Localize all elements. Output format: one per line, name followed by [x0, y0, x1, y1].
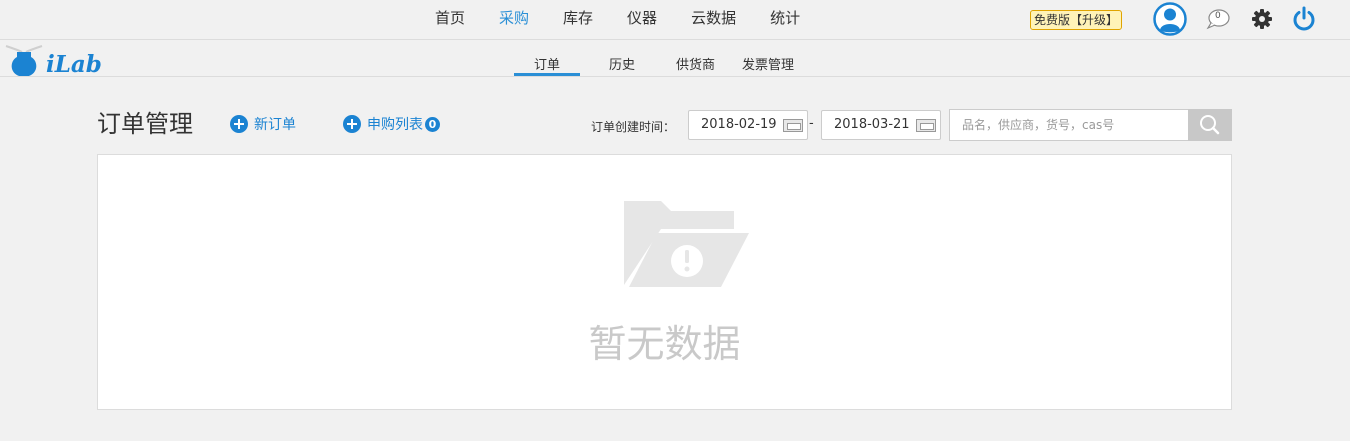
plus-circle-icon	[230, 115, 248, 133]
nav-item-instrument[interactable]: 仪器	[627, 0, 657, 38]
page-title: 订单管理	[97, 110, 193, 138]
date-to-value: 2018-03-21	[834, 117, 910, 132]
nav-item-cloud-data[interactable]: 云数据	[691, 0, 736, 38]
purchase-list-label: 申购列表	[367, 117, 423, 133]
nav-item-purchase[interactable]: 采购	[499, 0, 529, 38]
subnav-item-history[interactable]: 历史	[609, 54, 635, 73]
main-nav: 首页 采购 库存 仪器 云数据 统计	[420, 0, 800, 38]
subnav-item-suppliers[interactable]: 供货商	[676, 54, 715, 73]
power-icon[interactable]	[1292, 6, 1316, 32]
order-toolbar: 订单管理 新订单 申购列表 0 订单创建时间： 2018-02-19 - 201…	[97, 108, 1232, 144]
orders-panel: 暂无数据	[97, 154, 1232, 410]
new-order-label: 新订单	[254, 117, 296, 133]
user-avatar-icon[interactable]	[1153, 2, 1187, 36]
date-from-input[interactable]: 2018-02-19	[688, 110, 808, 140]
empty-state-text: 暂无数据	[588, 322, 741, 366]
search-button[interactable]	[1188, 109, 1232, 141]
nav-item-home[interactable]: 首页	[435, 0, 465, 38]
message-button[interactable]: 0	[1205, 8, 1231, 30]
purchase-list-count: 0	[425, 116, 440, 132]
date-separator: -	[809, 116, 814, 131]
calendar-icon[interactable]	[783, 119, 803, 132]
message-count: 0	[1215, 11, 1221, 21]
purchase-list-button[interactable]: 申购列表 0	[343, 114, 440, 134]
calendar-icon[interactable]	[916, 119, 936, 132]
nav-item-statistics[interactable]: 统计	[770, 0, 800, 38]
top-bar: 首页 采购 库存 仪器 云数据 统计 免费版【升级】 0	[0, 0, 1350, 40]
subnav-item-orders[interactable]: 订单	[514, 54, 581, 76]
empty-folder-icon	[624, 201, 749, 287]
search-placeholder: 品名，供应商，货号，cas号	[962, 118, 1115, 132]
sub-nav: 订单 历史 供货商 发票管理	[0, 48, 1350, 77]
plus-circle-icon	[343, 115, 361, 133]
nav-item-inventory[interactable]: 库存	[563, 0, 593, 38]
upgrade-badge[interactable]: 免费版【升级】	[1030, 10, 1123, 30]
search-input[interactable]: 品名，供应商，货号，cas号	[949, 109, 1189, 141]
subnav-item-invoices[interactable]: 发票管理	[742, 54, 794, 73]
date-range-label: 订单创建时间：	[591, 120, 676, 134]
gear-icon[interactable]	[1251, 8, 1273, 30]
new-order-button[interactable]: 新订单	[230, 114, 296, 134]
date-to-input[interactable]: 2018-03-21	[821, 110, 941, 140]
date-from-value: 2018-02-19	[701, 117, 777, 132]
search-icon	[1200, 115, 1220, 135]
